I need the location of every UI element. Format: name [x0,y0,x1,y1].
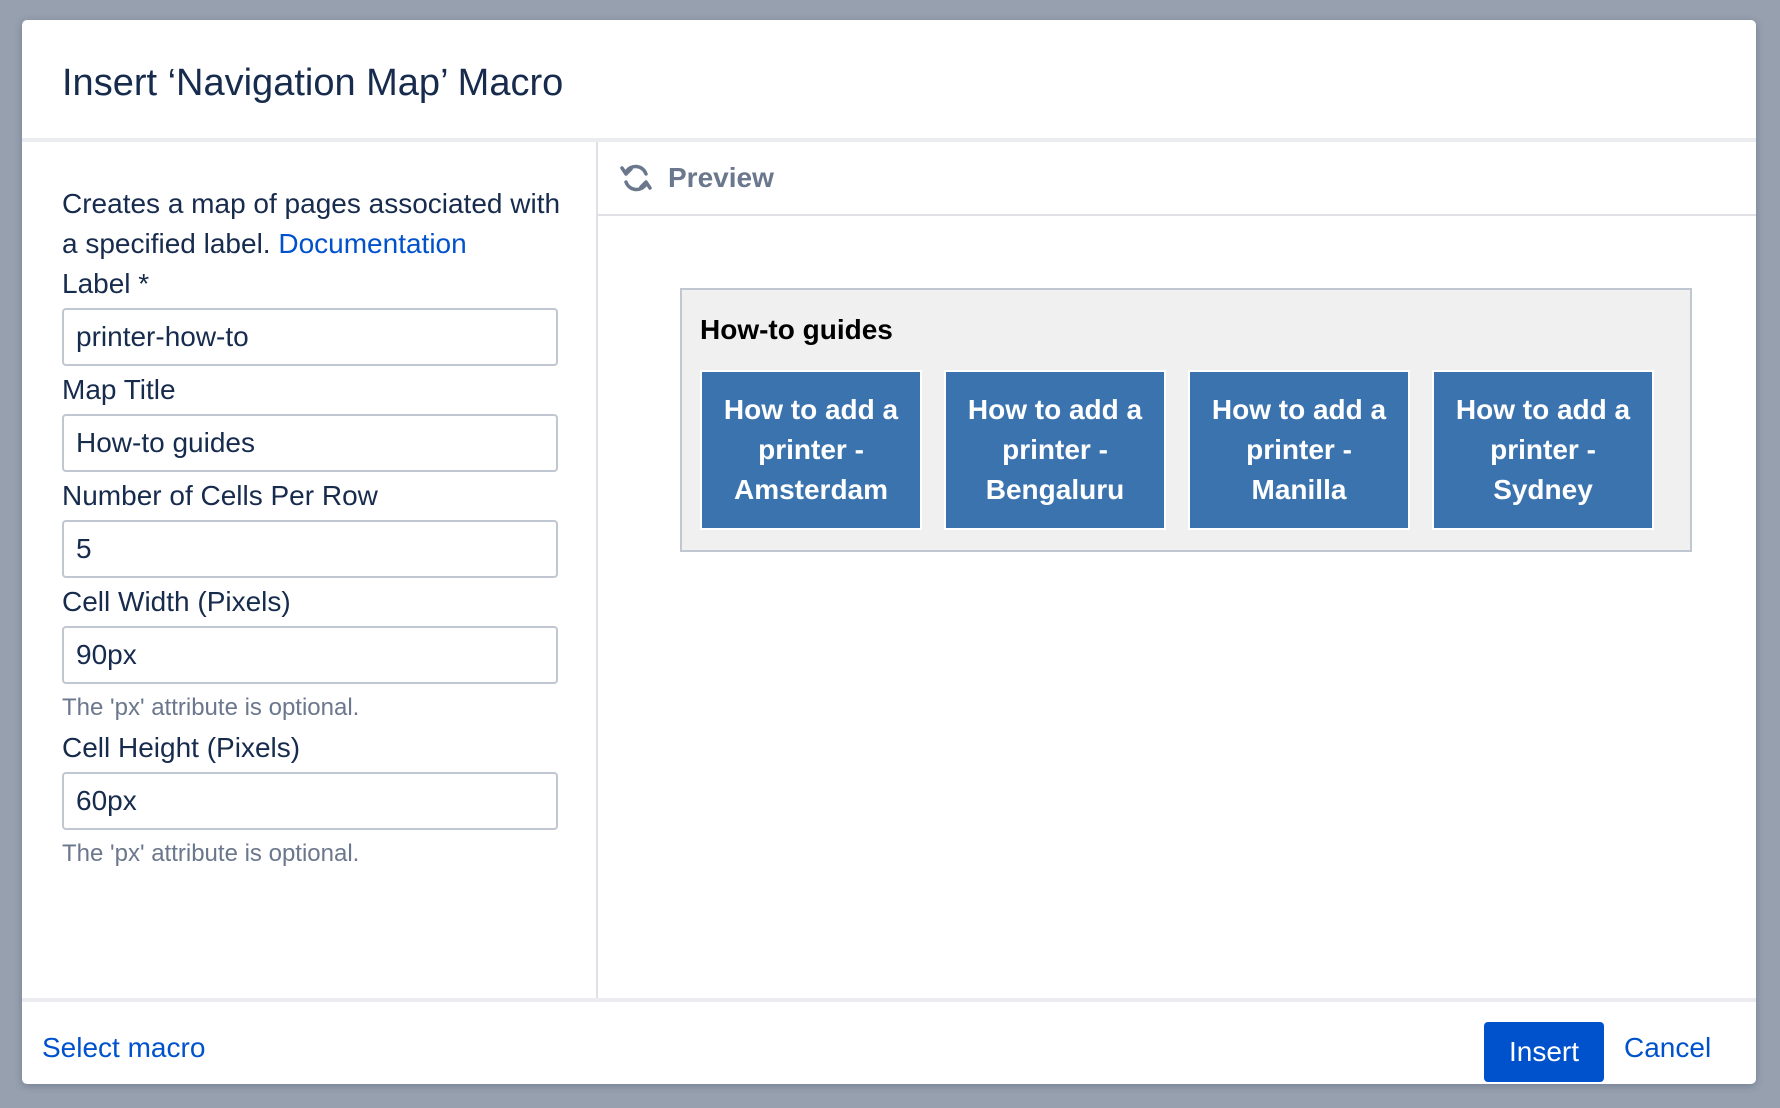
macro-dialog: Insert ‘Navigation Map’ Macro Creates a … [22,20,1756,1084]
cancel-link[interactable]: Cancel [1624,1032,1711,1064]
select-macro-link[interactable]: Select macro [42,1032,205,1064]
macro-parameters-panel: Creates a map of pages associated with a… [22,142,598,998]
cell-height-input[interactable] [62,772,558,830]
cell-height-field-label: Cell Height (Pixels) [62,732,301,763]
cells-per-row-input[interactable] [62,520,558,578]
map-cell-amsterdam[interactable]: How to add a printer - Amsterdam [700,370,922,530]
preview-label: Preview [668,162,774,193]
navigation-map-preview: How-to guides How to add a printer - Ams… [680,288,1692,552]
refresh-icon[interactable] [618,160,654,196]
cell-width-field-label: Cell Width (Pixels) [62,586,291,617]
map-cell-manilla[interactable]: How to add a printer - Manilla [1188,370,1410,530]
dialog-title: Insert ‘Navigation Map’ Macro [62,62,564,104]
map-cell-sydney[interactable]: How to add a printer - Sydney [1432,370,1654,530]
cells-per-row-field-label: Number of Cells Per Row [62,480,378,511]
cell-width-hint: The 'px' attribute is optional. [62,694,360,721]
cell-height-hint: The 'px' attribute is optional. [62,840,360,867]
documentation-link[interactable]: Documentation [278,228,466,259]
cell-width-input[interactable] [62,626,558,684]
dialog-header: Insert ‘Navigation Map’ Macro [22,20,1756,142]
dialog-footer: Select macro Insert Cancel [22,998,1756,1084]
macro-description: Creates a map of pages associated with a… [62,184,562,264]
preview-header: Preview [598,142,1756,216]
dialog-body: Creates a map of pages associated with a… [22,142,1756,1002]
label-field-label: Label * [62,268,150,299]
map-title-field-label: Map Title [62,374,176,405]
insert-button[interactable]: Insert [1484,1022,1604,1082]
label-input[interactable] [62,308,558,366]
navigation-map-title: How-to guides [700,314,893,345]
map-title-input[interactable] [62,414,558,472]
map-cell-bengaluru[interactable]: How to add a printer - Bengaluru [944,370,1166,530]
preview-panel: Preview How-to guides How to add a print… [598,142,1756,998]
